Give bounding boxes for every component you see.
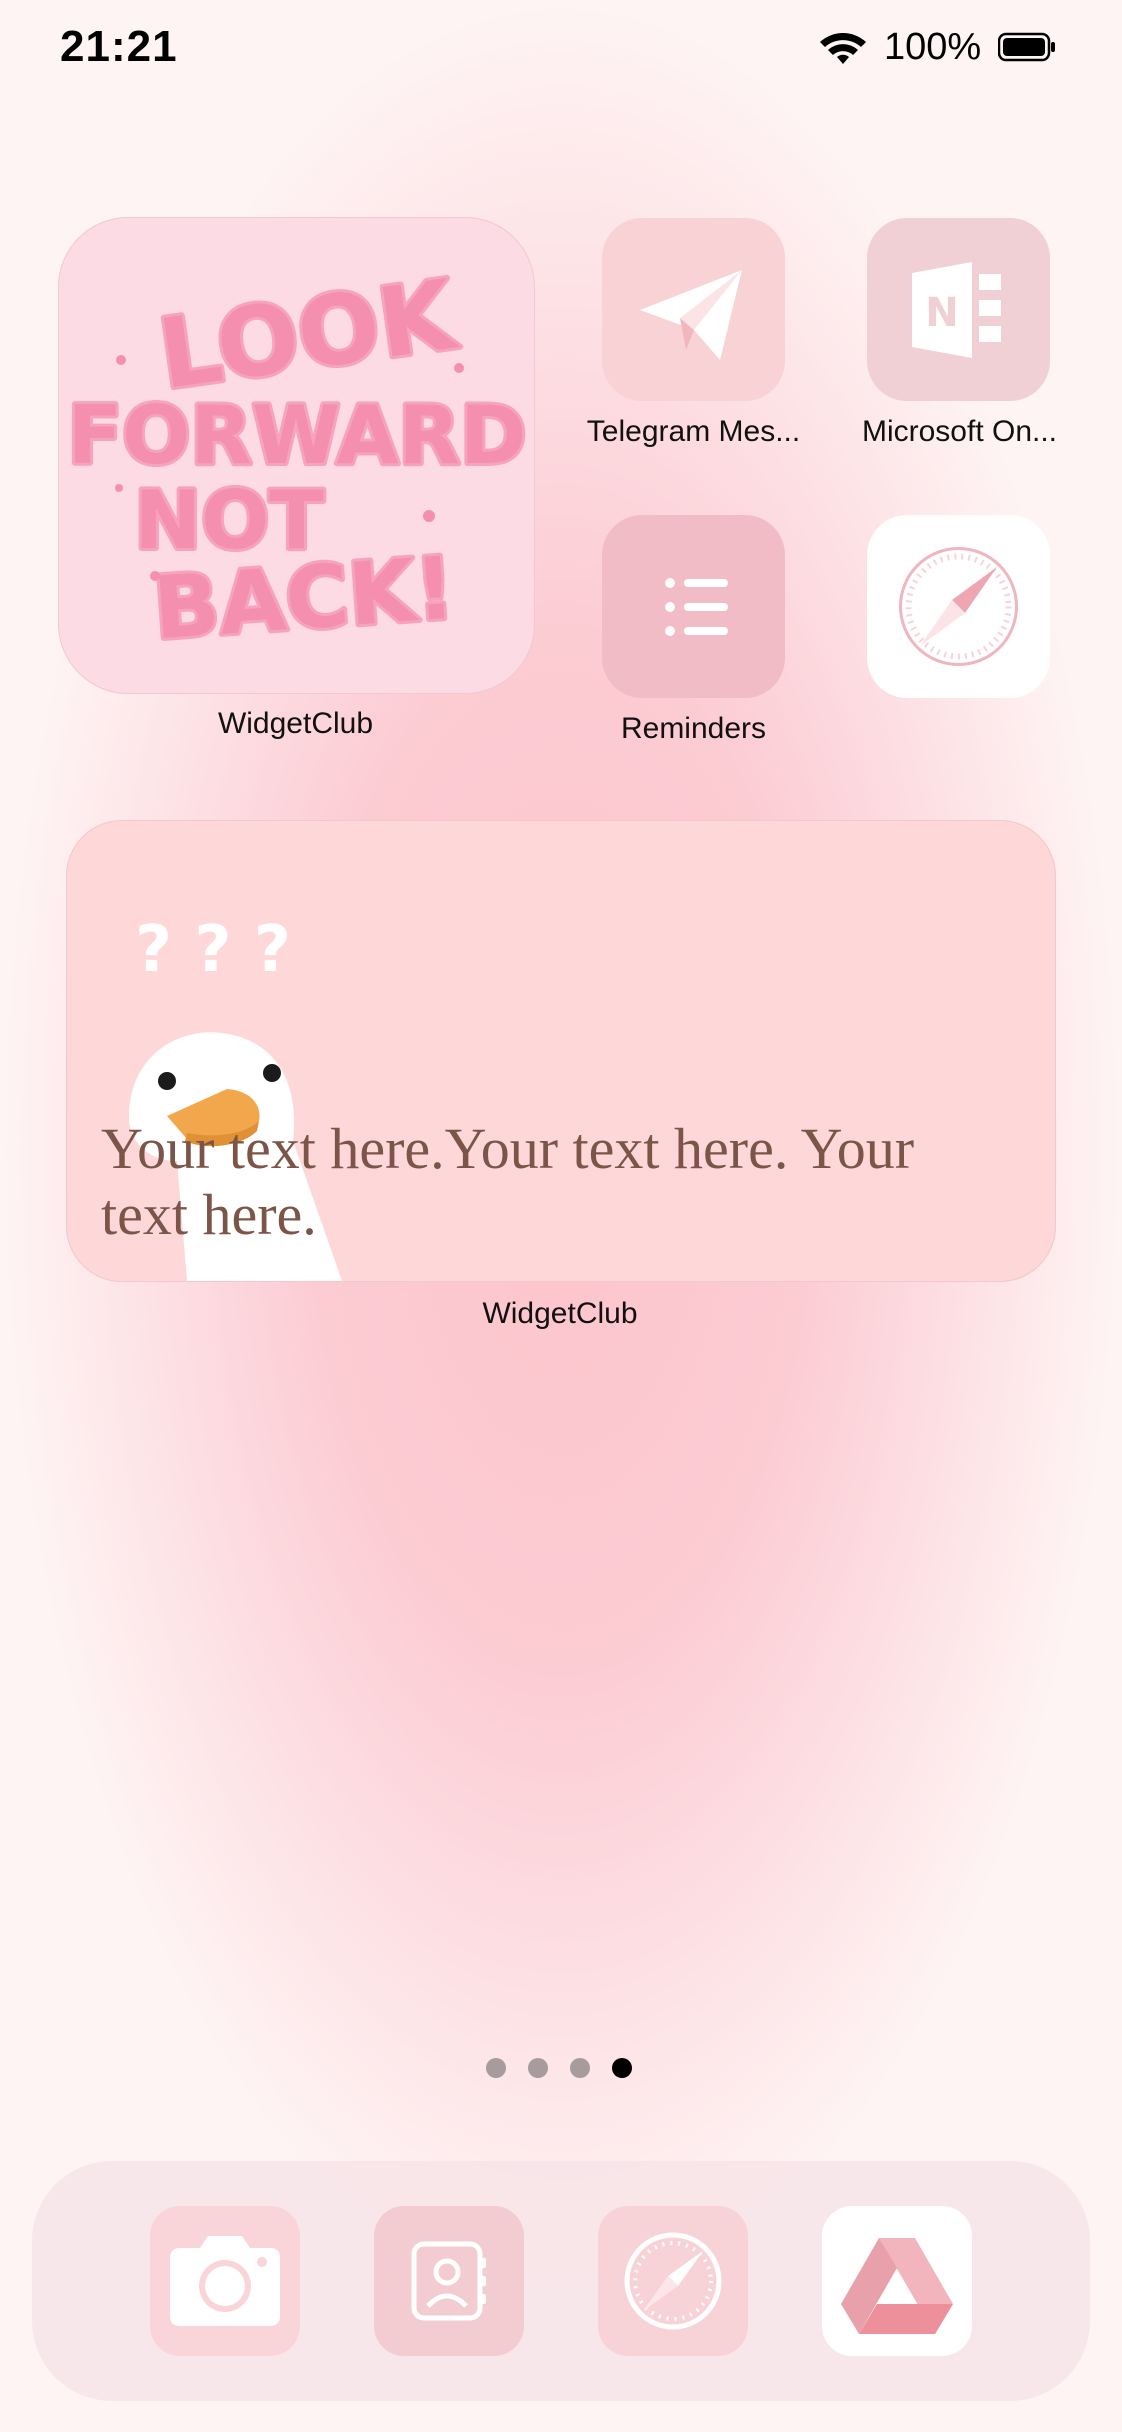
battery-percent: 100% (884, 26, 982, 68)
widget-text[interactable]: ? ? ? Your text here.Your text here. You… (66, 820, 1056, 1282)
battery-icon (998, 32, 1055, 62)
onenote-icon: N (912, 262, 1001, 358)
telegram-label: Telegram Mes... (586, 415, 801, 448)
widget-look-forward[interactable]: LOOK FORWARD NOT BACK! (58, 217, 535, 694)
safari-icon (899, 547, 1018, 666)
question-marks: ? ? ? (135, 913, 291, 987)
dock-safari-app[interactable] (598, 2206, 748, 2356)
safari-app[interactable] (867, 515, 1050, 698)
page-dot-3[interactable] (570, 2058, 590, 2078)
dock-contacts-app[interactable] (374, 2206, 524, 2356)
contacts-icon (411, 2241, 486, 2321)
safari-icon (624, 2232, 722, 2330)
page-dot-4-active[interactable] (612, 2058, 632, 2078)
art-word-2: FORWARD (68, 389, 527, 482)
page-dot-2[interactable] (528, 2058, 548, 2078)
reminders-app[interactable] (602, 515, 785, 698)
widget-top-label: WidgetClub (217, 707, 374, 740)
art-word-4: BACK! (150, 539, 457, 660)
svg-text:N: N (925, 290, 958, 336)
dock-drive-app[interactable] (822, 2206, 972, 2356)
onenote-app[interactable]: N (867, 218, 1050, 401)
status-time: 21:21 (60, 22, 178, 71)
widget-text-body: Your text here.Your text here. Your text… (101, 1116, 915, 1247)
wifi-icon (820, 33, 866, 64)
look-forward-art: LOOK FORWARD NOT BACK! (65, 256, 530, 663)
onenote-label: Microsoft On... (861, 415, 1058, 448)
page-dot-1[interactable] (486, 2058, 506, 2078)
telegram-app[interactable] (602, 218, 785, 401)
reminders-label: Reminders (620, 712, 767, 745)
telegram-icon (640, 270, 742, 360)
widget-wide-label: WidgetClub (482, 1297, 638, 1330)
dock-camera-app[interactable] (150, 2206, 300, 2356)
reminders-icon (665, 578, 728, 636)
camera-icon (170, 2236, 280, 2326)
drive-icon (841, 2238, 953, 2334)
